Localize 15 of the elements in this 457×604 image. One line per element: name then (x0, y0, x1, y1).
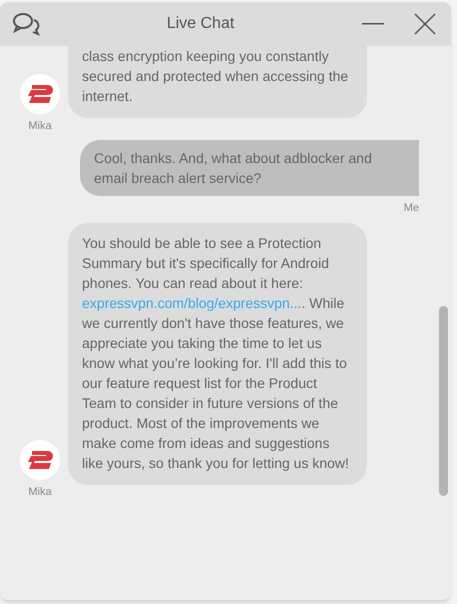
message-text: Cool, thanks. And, what about adblocker and email breach alert service? (94, 149, 373, 188)
close-button[interactable] (413, 12, 437, 36)
avatar-icon (20, 74, 60, 114)
window-title: Live Chat (166, 14, 236, 34)
minimize-icon (362, 23, 384, 25)
close-icon (414, 13, 436, 35)
message-text: You should be able to see a Protection Summary but it's specifically for Android phones. You can read about it here: expressvpn.com/blog/expressvpn.... While we currently don't have those features, we appreciate you taking the time to let us know what you’re looking for. I'll add this to our feature request list for the Product Team to consider in future versions of the product. Most of the improvements we make come from ideas and suggestions like yours, so thank you for letting us know! (82, 234, 350, 472)
chat-icon (12, 12, 40, 36)
message-text: class encryption keeping you constantly secured and protected when accessing the internet. (82, 47, 350, 106)
avatar-icon (20, 440, 60, 480)
author-name: Mika (28, 485, 52, 500)
author-name: Me (404, 201, 419, 216)
scrollbar-thumb[interactable] (439, 306, 448, 496)
author-name: Mika (28, 118, 52, 134)
link[interactable]: expressvpn.com/blog/expressvpn... (82, 294, 302, 310)
